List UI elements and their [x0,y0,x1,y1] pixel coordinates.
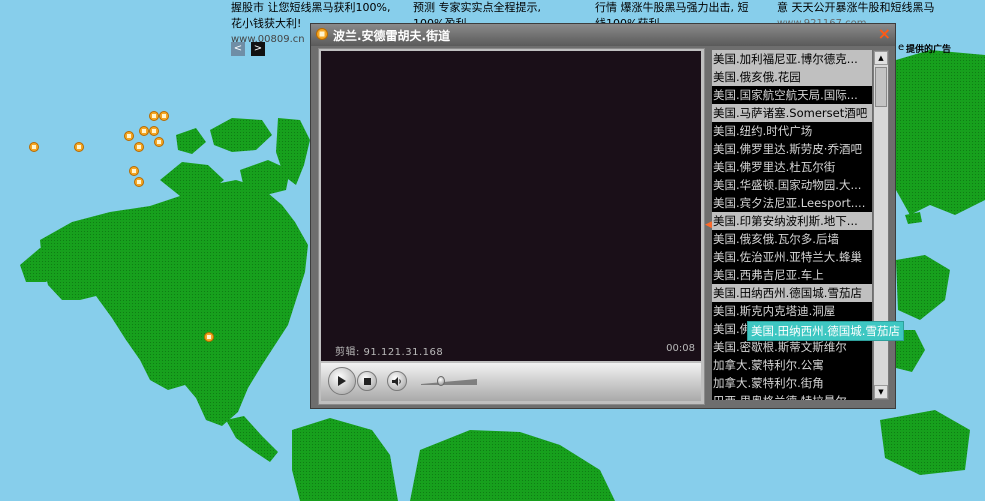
land-iceland [905,212,922,224]
land-australia [880,410,970,475]
land-south-america [292,418,398,501]
playlist-item[interactable]: 美国.斯克内克塔迪.洞屋 [712,302,872,320]
play-button[interactable] [328,367,356,395]
volume-slider[interactable] [421,379,477,385]
playlist-item[interactable]: 美国.加利福尼亚.博尔德克... [712,50,872,68]
webcam-marker[interactable] [159,111,169,121]
playlist-item[interactable]: 美国.国家航空航天局.国际... [712,86,872,104]
land-arctic-islands-4 [176,128,206,154]
webcam-marker[interactable] [129,166,139,176]
speaker-icon [392,376,401,386]
webcam-marker[interactable] [139,126,149,136]
playlist-item[interactable]: 美国.俄亥俄.花园 [712,68,872,86]
land-asia-south [896,255,950,320]
player-controls [321,363,701,401]
collapse-playlist-arrow[interactable]: ◀ [705,220,712,230]
webcam-marker[interactable] [149,126,159,136]
player-title-bar[interactable]: 波兰.安德雷胡夫.街道 × [311,24,895,46]
hover-tooltip: 美国.田纳西州.德国城.雪茄店 [747,321,904,341]
land-central-america [226,416,278,462]
playlist-item[interactable]: 美国.佛罗里达.斯劳皮·乔酒吧 [712,140,872,158]
video-caption: 剪辑: 91.121.31.168 [335,347,444,358]
webcam-marker[interactable] [124,131,134,141]
playlist-item[interactable]: 加拿大.蒙特利尔.公寓 [712,356,872,374]
camera-playlist: 美国.加利福尼亚.博尔德克... 美国.俄亥俄.花园 美国.国家航空航天局.国际..… [712,50,872,400]
play-icon [338,376,346,386]
land-africa [410,430,615,501]
webcam-marker[interactable] [29,142,39,152]
webcam-marker[interactable] [74,142,84,152]
video-frame: 剪辑: 91.121.31.168 00:08 [318,48,705,405]
scroll-up-button[interactable]: ▲ [874,51,888,65]
ad-prev-button[interactable]: < [231,42,245,56]
playlist-item[interactable]: 美国.马萨诸塞.Somerset酒吧 [712,104,872,122]
player-title: 波兰.安德雷胡夫.街道 [333,29,451,43]
playlist-item[interactable]: 美国.田纳西州.德国城.雪茄店 [712,284,872,302]
playlist-scrollbar[interactable]: ▲ ▼ [873,50,889,400]
scroll-down-button[interactable]: ▼ [874,385,888,399]
video-time: 00:08 [666,343,695,354]
scroll-thumb[interactable] [875,67,887,107]
ad-line-1[interactable]: 握股市 让您短线黑马获利100%, [231,0,390,16]
land-arctic-islands-2 [210,118,272,152]
stop-icon [363,377,371,385]
volume-button[interactable] [387,371,407,391]
ad-line-1[interactable]: 行情 爆涨牛股黑马强力出击, 短 [595,0,749,16]
stop-button[interactable] [357,371,377,391]
volume-knob[interactable] [437,376,445,386]
webcam-marker[interactable] [134,142,144,152]
webcam-marker[interactable] [154,137,164,147]
ad-line-1[interactable]: 意 天天公开暴涨牛股和短线黑马 [777,0,935,16]
playlist-item[interactable]: 美国.华盛顿.国家动物园.大... [712,176,872,194]
land-north-america [40,180,308,426]
playlist-item[interactable]: 美国.印第安纳波利斯.地下... [712,212,872,230]
webcam-icon [316,28,328,40]
playlist-item[interactable]: 美国.西弗吉尼亚.车上 [712,266,872,284]
playlist-item[interactable]: 美国.佐治亚州.亚特兰大.蜂巢 [712,248,872,266]
playlist-item[interactable]: 美国.佛罗里达.杜瓦尔街 [712,158,872,176]
playlist-item[interactable]: 美国.纽约.时代广场 [712,122,872,140]
ads-by-google-logo[interactable]: e [898,42,904,53]
playlist-item[interactable]: 美国.俄亥俄.瓦尔多.后墙 [712,230,872,248]
playlist-item[interactable]: 加拿大.蒙特利尔.街角 [712,374,872,392]
ads-provided-label[interactable]: 提供的广告 [906,42,951,55]
ad-next-button[interactable]: > [251,42,265,56]
webcam-marker[interactable] [149,111,159,121]
video-display[interactable]: 剪辑: 91.121.31.168 00:08 [321,51,701,361]
playlist-item[interactable]: 美国.宾夕法尼亚.Leesport.... [712,194,872,212]
webcam-marker[interactable] [204,332,214,342]
webcam-marker[interactable] [134,177,144,187]
video-player-window: 波兰.安德雷胡夫.街道 × 剪辑: 91.121.31.168 00:08 ◀ … [310,23,896,409]
close-button[interactable]: × [878,26,891,42]
ad-line-1[interactable]: 预测 专家实实点全程提示, [413,0,541,16]
land-eurasia [896,50,985,215]
playlist-item[interactable]: 巴西.里奥格兰德.特拉曼尔 [712,392,872,400]
